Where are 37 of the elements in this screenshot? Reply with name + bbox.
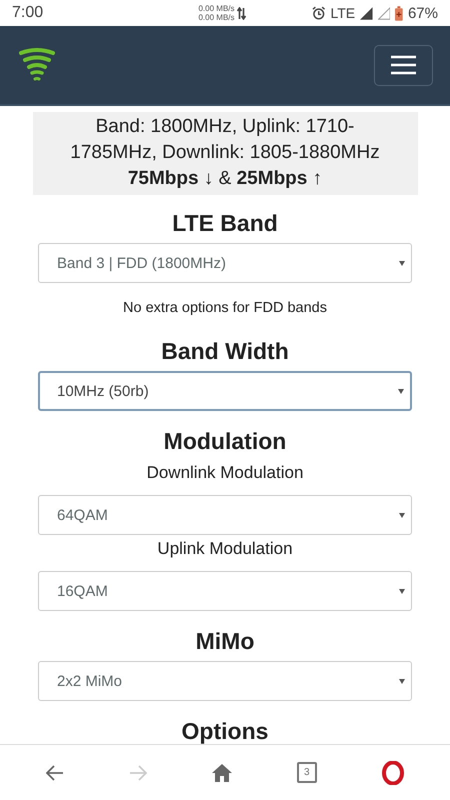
section-heading: Options — [182, 717, 268, 744]
hint-text: No extra options for FDD bands — [123, 299, 327, 317]
battery-percent: 67% — [408, 4, 438, 22]
field-label: Downlink Modulation — [146, 463, 304, 483]
network-type: LTE — [330, 5, 356, 21]
signal-icon — [378, 6, 390, 20]
dropdown-select[interactable]: 64QAM — [38, 495, 412, 535]
band-info-text: Band: 1800MHz, Uplink: 1710-1785MHz, Downlink: 1805-1880MHz — [69, 115, 381, 165]
dropdown-select[interactable]: 2x2 MiMo — [38, 661, 412, 701]
menu-icon — [391, 55, 416, 75]
tabs-button[interactable]: 3 — [296, 762, 317, 783]
section-heading: Modulation — [164, 427, 286, 455]
browser-logo-icon[interactable] — [382, 760, 404, 784]
caret-icon — [399, 260, 405, 266]
dropdown-select[interactable]: 10MHz (50rb) — [38, 371, 412, 411]
dropdown-select[interactable]: 16QAM — [38, 571, 412, 611]
download-speed: 0.00 MB/s — [198, 13, 234, 22]
upload-speed: 0.00 MB/s — [198, 4, 234, 13]
data-arrows-icon — [236, 6, 246, 20]
section-heading: LTE Band — [172, 209, 278, 237]
dropdown-select[interactable]: Band 3 | FDD (1800MHz) — [38, 243, 412, 283]
signal-icon — [360, 6, 373, 20]
wifi-logo-icon[interactable] — [19, 48, 55, 82]
section-heading: MiMo — [196, 627, 254, 655]
clock-time: 7:00 — [12, 4, 44, 22]
home-icon[interactable] — [212, 764, 232, 782]
menu-button[interactable] — [374, 44, 433, 86]
field-label: Uplink Modulation — [157, 539, 293, 559]
battery-icon — [395, 6, 403, 20]
caret-icon — [399, 678, 405, 684]
caret-icon — [399, 588, 405, 594]
section-heading: Band Width — [161, 337, 289, 365]
caret-icon — [399, 512, 405, 518]
caret-icon — [398, 388, 404, 394]
alarm-icon — [312, 6, 326, 20]
speed-info-text: 75Mbps ↓ & 25Mbps ↑ — [126, 167, 324, 191]
back-arrow-icon[interactable] — [46, 764, 64, 780]
